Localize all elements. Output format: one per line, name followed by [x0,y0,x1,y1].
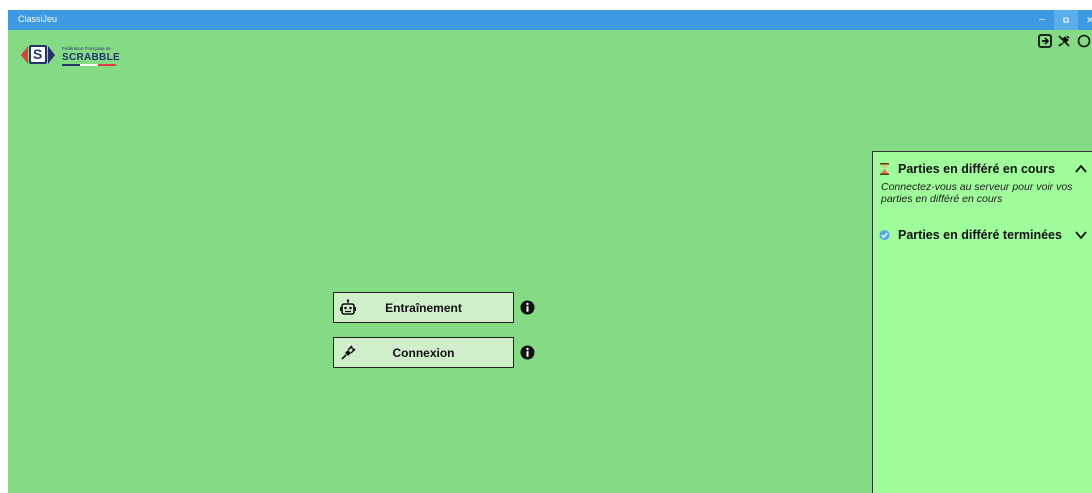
logo-stripe-red [98,64,116,66]
plug-off-icon[interactable] [1057,34,1071,48]
minimize-button[interactable]: – [1034,10,1050,30]
logo-scrabble-text: SCRABBLE [62,52,120,63]
close-button[interactable]: ✕ [1084,10,1092,30]
chevron-down-icon[interactable] [1075,230,1087,239]
connect-button[interactable]: Connexion [333,337,514,368]
app-window: ClassiJeu – ⧉ ✕ S Fédération Française d… [8,10,1092,493]
pending-games-message: Connectez-vous au serveur pour voir vos … [881,181,1073,205]
logo-federation-text: Fédération Française de [62,46,111,51]
help-icon[interactable] [1077,34,1091,48]
finished-games-title: Parties en différé terminées [898,228,1062,242]
pending-games-header[interactable]: Parties en différé en cours [873,160,1092,180]
exit-icon[interactable] [1038,34,1052,48]
connect-label: Connexion [392,345,455,360]
info-icon[interactable] [520,345,535,360]
logo-stripe-white [80,64,98,66]
info-icon[interactable] [520,300,535,315]
logo-letter: S [33,46,43,62]
finished-games-header[interactable]: Parties en différé terminées [873,226,1092,246]
deferred-games-panel: Parties en différé en cours Connectez-vo… [872,151,1092,493]
check-circle-icon [879,229,890,241]
window-title: ClassiJeu [18,14,58,24]
ffsc-logo: S Fédération Française de SCRABBLE [18,40,130,70]
restore-button[interactable]: ⧉ [1054,10,1078,30]
logo-stripe-blue [62,64,80,66]
training-button[interactable]: Entraînement [333,292,514,323]
hourglass-icon [880,163,889,175]
training-label: Entraînement [385,300,462,315]
chevron-up-icon[interactable] [1075,164,1087,173]
title-bar[interactable]: ClassiJeu – ⧉ ✕ [8,10,1092,30]
pending-games-title: Parties en différé en cours [898,162,1056,176]
